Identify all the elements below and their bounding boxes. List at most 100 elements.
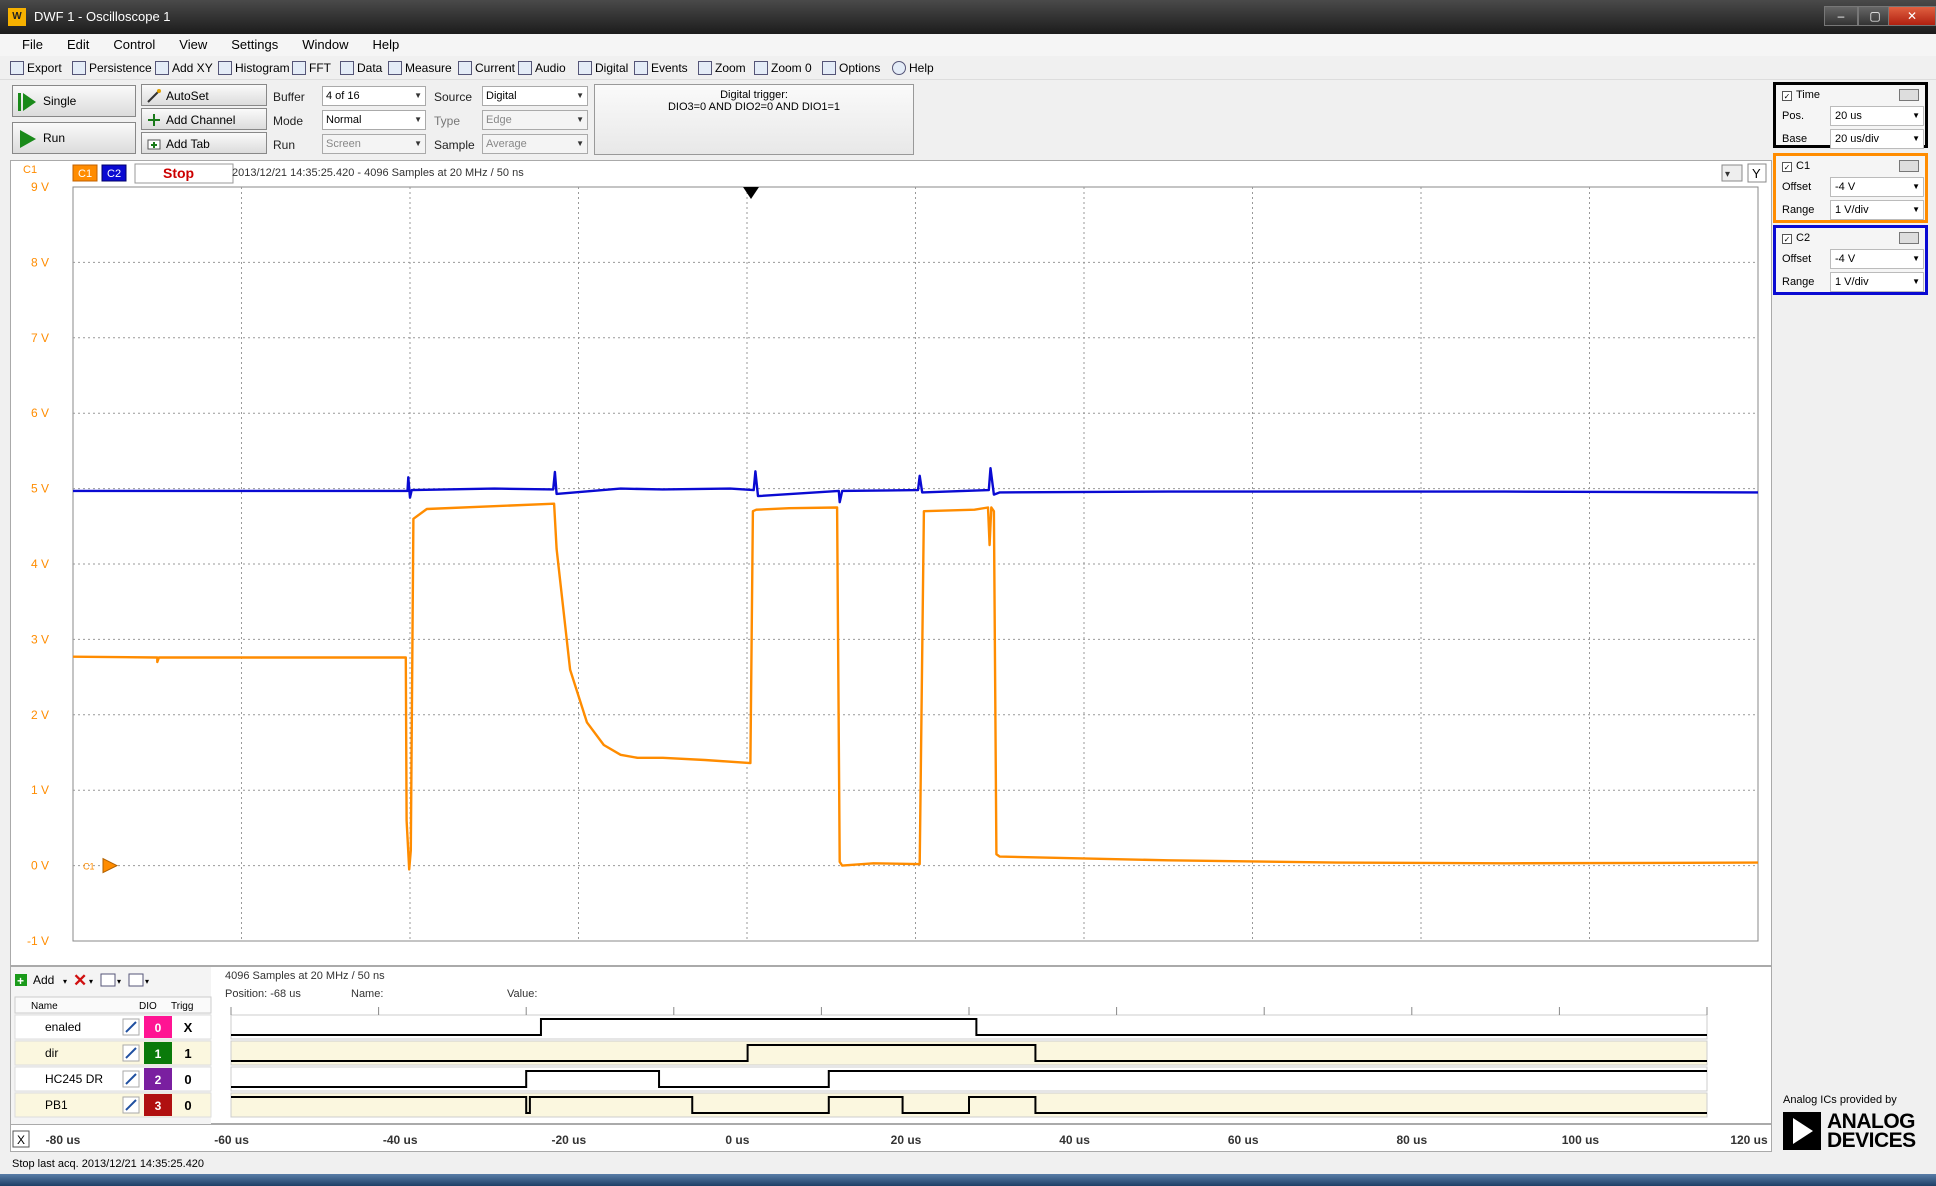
measure-button[interactable]: Measure — [388, 59, 452, 77]
svg-text:▾: ▾ — [89, 977, 93, 986]
c1-zero-arrow[interactable] — [102, 857, 119, 874]
settings-icon[interactable] — [1899, 232, 1919, 244]
options-button[interactable]: Options — [822, 59, 880, 77]
os-taskbar — [0, 1174, 1936, 1186]
logic-channel-row[interactable]: enaled 0 X — [14, 1014, 1708, 1040]
checkbox-icon[interactable]: ✓ — [1782, 91, 1792, 101]
list-icon — [634, 61, 648, 75]
sample-select[interactable]: Average ▼ — [482, 134, 588, 154]
source-select[interactable]: Digital ▼ — [482, 86, 588, 106]
menu-view[interactable]: View — [167, 34, 219, 56]
export-icon — [10, 61, 24, 75]
buffer-select[interactable]: 4 of 16 ▼ — [322, 86, 426, 106]
run-button[interactable]: Run — [12, 122, 136, 154]
fft-button[interactable]: FFT — [292, 59, 331, 77]
c1-offset-field[interactable]: -4 V ▼ — [1830, 177, 1924, 197]
current-icon — [458, 61, 472, 75]
trigger-condition: DIO3=0 AND DIO2=0 AND DIO1=1 — [667, 101, 841, 113]
logic-position: Position: -68 us — [225, 988, 301, 1000]
c1-panel-header[interactable]: ✓ C1 — [1776, 156, 1925, 176]
speaker-icon — [518, 61, 532, 75]
autoset-button[interactable]: AutoSet — [141, 84, 267, 106]
x-button[interactable]: X — [17, 1133, 25, 1147]
logic-analyzer-plot[interactable]: + Add ▾ ✕ ▾ ▾ ▾ Name DIO Trigg 4096 Sampl… — [11, 967, 1773, 1125]
y-tick-label: 7 V — [31, 331, 49, 345]
time-pos-field[interactable]: 20 us ▼ — [1830, 106, 1924, 126]
checkbox-icon[interactable]: ✓ — [1782, 234, 1792, 244]
add-channel-button[interactable]: Add Channel — [141, 108, 267, 130]
checkbox-icon[interactable]: ✓ — [1782, 162, 1792, 172]
svg-text:▾: ▾ — [117, 977, 121, 986]
x-tick-label: 100 us — [1562, 1133, 1600, 1147]
digital-button[interactable]: Digital — [578, 59, 628, 77]
c2-tag[interactable]: C2 — [101, 164, 127, 182]
time-base-field[interactable]: 20 us/div ▼ — [1830, 129, 1924, 149]
time-axis[interactable]: X -80 us -60 us -40 us -20 us 0 us 20 us 40 us… — [10, 1124, 1772, 1152]
cursor-menu[interactable]: ▾ — [1721, 164, 1743, 182]
logic-channel-row[interactable]: HC245 DR 2 0 — [14, 1066, 1708, 1092]
logic-channel-row[interactable]: PB1 3 0 — [14, 1092, 1708, 1118]
export-button[interactable]: Export — [10, 59, 62, 77]
run-select[interactable]: Screen ▼ — [322, 134, 426, 154]
current-button[interactable]: Current — [458, 59, 515, 77]
c1-tag[interactable]: C1 — [72, 164, 98, 182]
mode-select[interactable]: Normal ▼ — [322, 110, 426, 130]
xy-icon — [155, 61, 169, 75]
digital-icon — [578, 61, 592, 75]
maximize-button[interactable]: ▢ — [1858, 6, 1892, 26]
histogram-button[interactable]: Histogram — [218, 59, 290, 77]
type-select[interactable]: Edge ▼ — [482, 110, 588, 130]
add-tab-button[interactable]: Add Tab — [141, 132, 267, 154]
data-button[interactable]: Data — [340, 59, 382, 77]
dio-number: 1 — [155, 1047, 162, 1061]
chevron-down-icon: ▼ — [414, 139, 422, 148]
add-xy-button[interactable]: Add XY — [155, 59, 213, 77]
delete-icon: ✕ — [73, 971, 87, 990]
svg-text:+: + — [17, 974, 24, 988]
scope-grid — [72, 186, 1759, 942]
c2-range-field[interactable]: 1 V/div ▼ — [1830, 272, 1924, 292]
logic-channel-row[interactable]: dir 1 1 — [14, 1040, 1708, 1066]
chevron-down-icon: ▼ — [1912, 182, 1920, 191]
menu-settings[interactable]: Settings — [219, 34, 290, 56]
menu-control[interactable]: Control — [101, 34, 167, 56]
logic-channel-name: dir — [45, 1046, 58, 1060]
menu-file[interactable]: File — [0, 34, 55, 56]
c2-panel: ✓ C2 Offset -4 V ▼ Range 1 V/div ▼ — [1773, 225, 1928, 295]
y-tick-label: -1 V — [27, 934, 49, 948]
trigger-value[interactable]: 0 — [184, 1072, 191, 1087]
menu-help[interactable]: Help — [360, 34, 411, 56]
single-button[interactable]: Single — [12, 85, 136, 117]
ruler-icon — [388, 61, 402, 75]
c2-offset-field[interactable]: -4 V ▼ — [1830, 249, 1924, 269]
menu-edit[interactable]: Edit — [55, 34, 101, 56]
scope-view[interactable]: C1 C1 C2 Stop 2013/12/21 14:35:25.420 - … — [10, 160, 1772, 966]
minimize-button[interactable]: – — [1824, 6, 1858, 26]
audio-button[interactable]: Audio — [518, 59, 566, 77]
trigger-value[interactable]: 0 — [184, 1098, 191, 1113]
zoom-button[interactable]: Zoom — [698, 59, 746, 77]
trigger-value[interactable]: 1 — [184, 1046, 191, 1061]
settings-icon[interactable] — [1899, 89, 1919, 101]
chevron-down-icon: ▼ — [1912, 205, 1920, 214]
time-panel-header[interactable]: ✓ Time — [1776, 85, 1925, 105]
digital-trigger-box[interactable]: Digital trigger: DIO3=0 AND DIO2=0 AND D… — [594, 84, 914, 155]
c2-panel-header[interactable]: ✓ C2 — [1776, 228, 1925, 248]
persistence-button[interactable]: Persistence — [72, 59, 152, 77]
zoom-0-button[interactable]: Zoom 0 — [754, 59, 812, 77]
trigger-value[interactable]: X — [184, 1020, 193, 1035]
scope-plot[interactable]: C1 C1 C2 Stop 2013/12/21 14:35:25.420 - … — [11, 161, 1773, 967]
close-button[interactable]: ✕ — [1888, 6, 1936, 26]
trigger-position-marker[interactable] — [743, 187, 759, 199]
play-icon — [20, 130, 36, 148]
help-button[interactable]: Help — [892, 59, 934, 77]
status-text: Stop last acq. 2013/12/21 14:35:25.420 — [12, 1158, 205, 1170]
c1-marker-label: C1 — [83, 862, 95, 872]
y-button[interactable]: Y — [1747, 163, 1767, 183]
c1-range-field[interactable]: 1 V/div ▼ — [1830, 200, 1924, 220]
menu-window[interactable]: Window — [290, 34, 360, 56]
events-button[interactable]: Events — [634, 59, 688, 77]
type-label: Type — [434, 114, 461, 128]
logic-value-readout: Value: — [507, 988, 537, 1000]
settings-icon[interactable] — [1899, 160, 1919, 172]
